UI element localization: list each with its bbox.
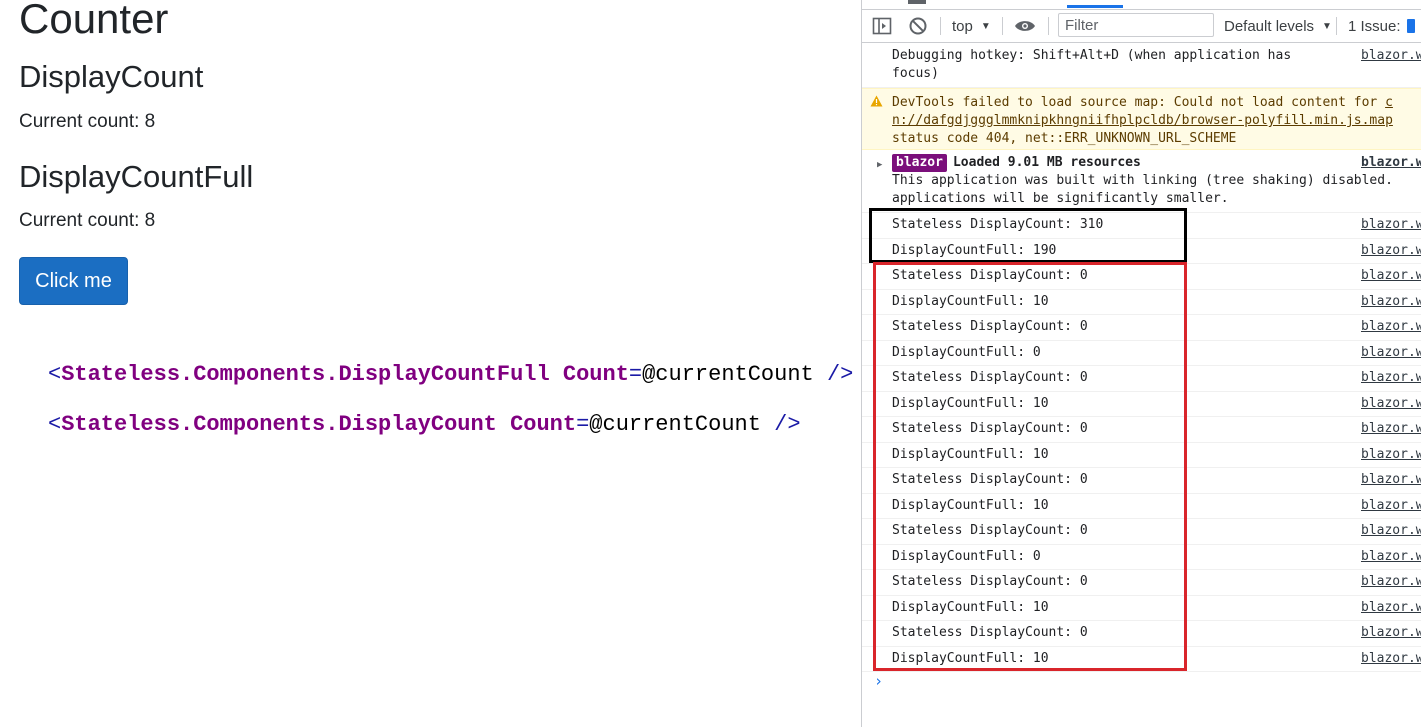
message-text: Debugging hotkey: Shift+Alt+D (when appl… bbox=[892, 48, 1292, 81]
devtools-tab-strip bbox=[862, 0, 1421, 10]
clear-console-icon[interactable] bbox=[908, 10, 928, 42]
blazor-body: This application was built with linking … bbox=[892, 173, 1393, 206]
log-source-link[interactable]: blazor.w bbox=[1361, 471, 1421, 489]
code-value: @currentCount bbox=[589, 412, 761, 437]
code-open-bracket: < bbox=[48, 362, 62, 387]
warning-line-1: DevTools failed to load source map: Coul… bbox=[892, 95, 1386, 110]
context-selector[interactable]: top ▼ bbox=[952, 10, 991, 42]
display-count-value: Current count: 8 bbox=[19, 111, 156, 132]
sidebar-toggle-icon[interactable] bbox=[872, 10, 892, 42]
log-source-link[interactable]: blazor.w bbox=[1361, 216, 1421, 234]
inspect-icon[interactable] bbox=[908, 0, 926, 4]
eye-icon[interactable] bbox=[1014, 10, 1036, 42]
code-close-bracket: /> bbox=[774, 412, 801, 437]
levels-label: Default levels bbox=[1224, 17, 1315, 35]
app-page: Counter DisplayCount Current count: 8 Di… bbox=[0, 0, 861, 727]
message-source-link[interactable]: blazor.w bbox=[1361, 47, 1421, 65]
toolbar-divider bbox=[1336, 17, 1337, 35]
blazor-message-text: blazor Loaded 9.01 MB resources This appl… bbox=[892, 154, 1393, 208]
warning-line-3: status code 404, net::ERR_UNKNOWN_URL_SC… bbox=[892, 131, 1237, 146]
log-source-link[interactable]: blazor.w bbox=[1361, 293, 1421, 311]
highlight-box-initial-render bbox=[869, 208, 1187, 263]
expand-triangle-icon[interactable]: ▶ bbox=[877, 156, 882, 174]
warning-link[interactable]: n://dafgdjggglmmknipkhngniifhplpcldb/bro… bbox=[892, 113, 1393, 128]
code-component-name: Stateless.Components.DisplayCount bbox=[61, 412, 497, 437]
log-source-link[interactable]: blazor.w bbox=[1361, 446, 1421, 464]
page-title: Counter bbox=[19, 0, 169, 42]
code-equals: = bbox=[576, 412, 590, 437]
code-component-name: Stateless.Components.DisplayCountFull bbox=[61, 362, 550, 387]
chevron-down-icon: ▼ bbox=[980, 20, 991, 32]
log-source-link[interactable]: blazor.w bbox=[1361, 267, 1421, 285]
code-equals: = bbox=[628, 362, 643, 387]
context-label: top bbox=[952, 17, 973, 35]
toolbar-divider bbox=[1048, 17, 1049, 35]
log-source-link[interactable]: blazor.w bbox=[1361, 242, 1421, 260]
console-message: Debugging hotkey: Shift+Alt+D (when appl… bbox=[862, 43, 1421, 88]
code-line-display-count-full: <Stateless.Components.DisplayCountFull C… bbox=[48, 361, 853, 389]
log-source-link[interactable]: blazor.w bbox=[1361, 522, 1421, 540]
code-open-bracket: < bbox=[48, 412, 62, 437]
log-source-link[interactable]: blazor.w bbox=[1361, 395, 1421, 413]
blazor-badge: blazor bbox=[892, 154, 947, 172]
highlight-box-click-renders bbox=[873, 262, 1187, 671]
prompt-chevron-icon[interactable]: › bbox=[874, 672, 883, 690]
log-levels-dropdown[interactable]: Default levels ▼ bbox=[1224, 10, 1332, 42]
log-source-link[interactable]: blazor.w bbox=[1361, 599, 1421, 617]
code-value: @currentCount bbox=[642, 362, 814, 387]
issues-label: 1 Issue: bbox=[1348, 17, 1401, 35]
issue-badge-icon bbox=[1406, 19, 1415, 33]
issues-button[interactable]: 1 Issue: bbox=[1348, 10, 1415, 42]
log-source-link[interactable]: blazor.w bbox=[1361, 420, 1421, 438]
warning-link-start[interactable]: c bbox=[1385, 95, 1393, 110]
toolbar-divider bbox=[1002, 17, 1003, 35]
code-attribute: Count bbox=[562, 362, 629, 387]
console-group-blazor[interactable]: ▶ blazor Loaded 9.01 MB resources This ap… bbox=[862, 150, 1421, 213]
tab-console-active-indicator[interactable] bbox=[1067, 5, 1123, 8]
console-warning: DevTools failed to load source map: Coul… bbox=[862, 88, 1421, 150]
code-attribute: Count bbox=[510, 412, 577, 437]
display-count-full-heading: DisplayCountFull bbox=[19, 159, 254, 194]
log-source-link[interactable]: blazor.w bbox=[1361, 548, 1421, 566]
code-close-bracket: /> bbox=[826, 362, 854, 387]
warning-text: DevTools failed to load source map: Coul… bbox=[892, 94, 1393, 148]
log-source-link[interactable]: blazor.w bbox=[1361, 318, 1421, 336]
console-toolbar: top ▼ Default levels ▼ 1 Issue: bbox=[862, 10, 1421, 43]
warning-icon bbox=[870, 95, 883, 113]
blazor-headline: Loaded 9.01 MB resources bbox=[952, 155, 1141, 170]
filter-input[interactable] bbox=[1058, 13, 1214, 37]
toolbar-divider bbox=[940, 17, 941, 35]
log-source-link[interactable]: blazor.w bbox=[1361, 573, 1421, 591]
log-source-link[interactable]: blazor.w bbox=[1361, 497, 1421, 515]
log-source-link[interactable]: blazor.w bbox=[1361, 624, 1421, 642]
click-me-button[interactable]: Click me bbox=[19, 257, 128, 305]
chevron-down-icon: ▼ bbox=[1322, 20, 1332, 32]
log-source-link[interactable]: blazor.w bbox=[1361, 369, 1421, 387]
log-source-link[interactable]: blazor.w bbox=[1361, 344, 1421, 362]
code-line-display-count: <Stateless.Components.DisplayCount Count… bbox=[48, 411, 801, 439]
display-count-full-value: Current count: 8 bbox=[19, 210, 156, 231]
log-source-link[interactable]: blazor.w bbox=[1361, 650, 1421, 668]
message-source-link[interactable]: blazor.w bbox=[1361, 154, 1421, 172]
display-count-heading: DisplayCount bbox=[19, 59, 204, 94]
